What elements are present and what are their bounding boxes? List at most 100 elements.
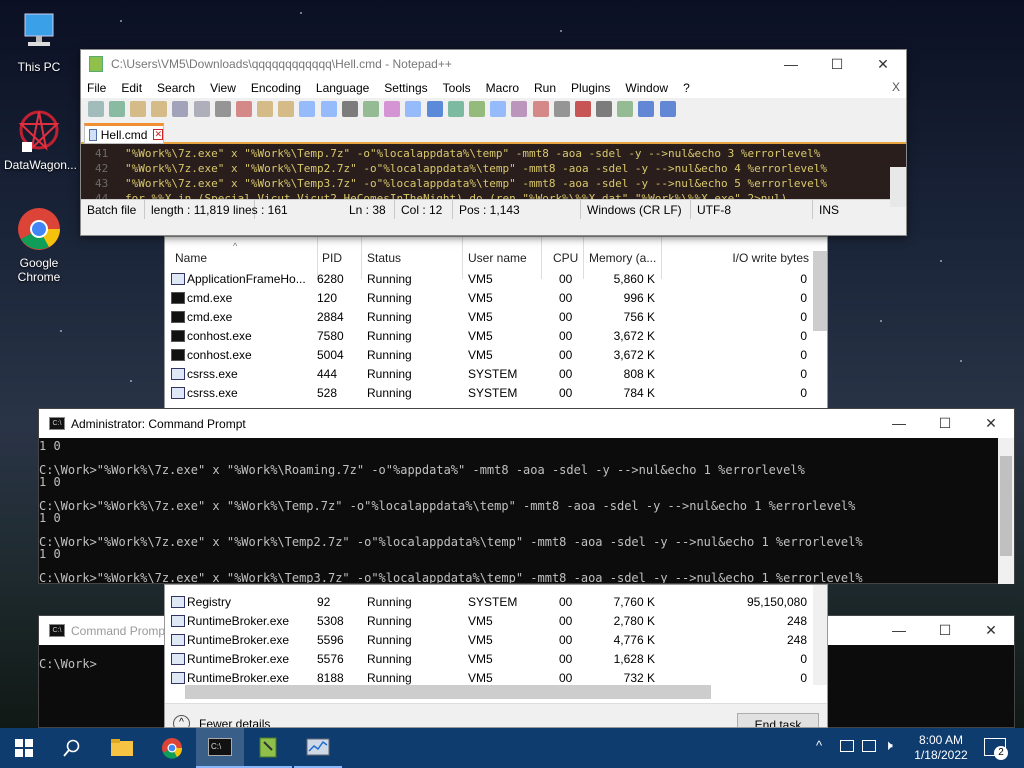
close-button[interactable]: ✕	[968, 409, 1014, 437]
toolbar-button[interactable]	[87, 101, 104, 117]
toolbar-button[interactable]	[341, 101, 358, 117]
tab-close-icon[interactable]: ✕	[153, 129, 163, 140]
menu-item[interactable]: Plugins	[571, 81, 610, 95]
menu-item[interactable]: Run	[534, 81, 556, 95]
cell-status: Running	[367, 367, 412, 381]
close-button[interactable]: ✕	[968, 616, 1014, 644]
process-row[interactable]: conhost.exe 7580 Running VM5 00 3,672 K 0	[165, 327, 811, 346]
computer-icon	[16, 10, 62, 56]
process-row[interactable]: RuntimeBroker.exe 5308 Running VM5 00 2,780 K…	[165, 612, 811, 631]
toolbar-button[interactable]	[490, 101, 507, 117]
cmd-taskbar-button[interactable]: C:\	[196, 728, 244, 768]
toolbar-button[interactable]	[235, 101, 252, 117]
toolbar-button[interactable]	[257, 101, 274, 117]
start-button[interactable]	[0, 728, 48, 768]
network-icon[interactable]	[840, 740, 854, 752]
search-button[interactable]	[48, 728, 96, 768]
toolbar-button[interactable]	[193, 101, 210, 117]
terminal-output[interactable]: 1 0 C:\Work>"%Work%\7z.exe" x "%Work%\Roa…	[39, 438, 1014, 583]
menu-item[interactable]: Encoding	[251, 81, 301, 95]
maximize-button[interactable]: ☐	[922, 409, 968, 437]
fewer-details-link[interactable]: Fewer details	[199, 717, 270, 727]
process-row[interactable]: cmd.exe 120 Running VM5 00 996 K 0	[165, 289, 811, 308]
minimize-button[interactable]: —	[768, 50, 814, 78]
toolbar-button[interactable]	[468, 101, 485, 117]
menu-item[interactable]: Macro	[486, 81, 519, 95]
clock[interactable]: 8:00 AM 1/18/2022	[908, 733, 974, 763]
collapse-icon[interactable]: ^	[173, 715, 190, 727]
menu-item[interactable]: File	[87, 81, 106, 95]
minimize-button[interactable]: —	[876, 616, 922, 644]
task-manager-taskbar-button[interactable]	[294, 728, 342, 768]
menu-item[interactable]: Edit	[121, 81, 142, 95]
toolbar-button[interactable]	[574, 101, 591, 117]
toolbar-button[interactable]	[596, 101, 613, 117]
process-row[interactable]: csrss.exe 444 Running SYSTEM 00 808 K 0	[165, 365, 811, 384]
notepadpp-taskbar-button[interactable]	[244, 728, 292, 768]
cell-io: 95,150,080	[746, 595, 807, 609]
menu-item[interactable]: ?	[683, 81, 690, 95]
toolbar-button[interactable]	[129, 101, 146, 117]
volume-muted-icon[interactable]: 🕨	[884, 737, 893, 754]
process-row[interactable]: ApplicationFrameHo... 6280 Running VM5 00 5,8…	[165, 270, 811, 289]
toolbar-button[interactable]	[320, 101, 337, 117]
close-button[interactable]: ✕	[860, 50, 906, 78]
toolbar-button[interactable]	[172, 101, 189, 117]
cell-status: Running	[367, 291, 412, 305]
process-row[interactable]: csrss.exe 528 Running SYSTEM 00 784 K 0	[165, 384, 811, 403]
toolbar-button[interactable]	[447, 101, 464, 117]
toolbar-button[interactable]	[617, 101, 634, 117]
menu-item[interactable]: Tools	[443, 81, 471, 95]
end-task-button[interactable]: End task	[737, 713, 819, 727]
process-row[interactable]: conhost.exe 5004 Running VM5 00 3,672 K 0	[165, 346, 811, 365]
desktop-icon-datawagon[interactable]: DataWagon...	[4, 108, 77, 172]
cell-user: VM5	[468, 272, 493, 286]
toolbar-button[interactable]	[299, 101, 316, 117]
minimize-button[interactable]: —	[876, 409, 922, 437]
menu-item[interactable]: View	[210, 81, 236, 95]
desktop-icon-google-chrome[interactable]: Google Chrome	[4, 206, 74, 284]
menu-item[interactable]: Language	[316, 81, 369, 95]
show-hidden-icons[interactable]: ^	[816, 738, 822, 753]
terminal-scrollbar[interactable]	[998, 438, 1014, 584]
menu-item[interactable]: Search	[157, 81, 195, 95]
menu-item[interactable]: Window	[625, 81, 668, 95]
horizontal-scrollbar[interactable]	[185, 685, 711, 699]
scrollbar[interactable]	[813, 585, 827, 685]
code-line: 41 "%Work%\7z.exe" x "%Work%\Temp.7z" -o"…	[81, 146, 906, 161]
editor-scrollbar[interactable]	[890, 167, 906, 207]
toolbar-button[interactable]	[278, 101, 295, 117]
maximize-button[interactable]: ☐	[814, 50, 860, 78]
scrollbar-thumb[interactable]	[813, 251, 827, 331]
toolbar-button[interactable]	[426, 101, 443, 117]
code-editor[interactable]: 41 "%Work%\7z.exe" x "%Work%\Temp.7z" -o"…	[81, 144, 906, 199]
toolbar-button[interactable]	[532, 101, 549, 117]
toolbar-button[interactable]	[638, 101, 655, 117]
process-row[interactable]: cmd.exe 2884 Running VM5 00 756 K 0	[165, 308, 811, 327]
toolbar-button[interactable]	[511, 101, 528, 117]
close-doc-x[interactable]: X	[892, 80, 900, 94]
display-icon[interactable]	[862, 740, 876, 752]
process-row[interactable]: RuntimeBroker.exe 5596 Running VM5 00 4,776 K…	[165, 631, 811, 650]
toolbar-button[interactable]	[363, 101, 380, 117]
toolbar-button[interactable]	[384, 101, 401, 117]
file-explorer-button[interactable]	[98, 728, 146, 768]
toolbar-button[interactable]	[405, 101, 422, 117]
process-row[interactable]: Registry 92 Running SYSTEM 00 7,760 K 95,150,0…	[165, 593, 811, 612]
toolbar-button[interactable]	[108, 101, 125, 117]
toolbar-button[interactable]	[214, 101, 231, 117]
cell-status: Running	[367, 329, 412, 343]
maximize-button[interactable]: ☐	[922, 616, 968, 644]
tab-hell-cmd[interactable]: Hell.cmd ✕	[84, 123, 164, 144]
process-row[interactable]: RuntimeBroker.exe 5576 Running VM5 00 1,628 K…	[165, 650, 811, 669]
cell-status: Running	[367, 671, 412, 685]
toolbar-button[interactable]	[659, 101, 676, 117]
toolbar-button[interactable]	[151, 101, 168, 117]
chrome-icon	[162, 738, 183, 759]
chrome-taskbar-button[interactable]	[148, 728, 196, 768]
menu-item[interactable]: Settings	[384, 81, 427, 95]
cell-pid: 120	[317, 291, 338, 305]
toolbar-button[interactable]	[553, 101, 570, 117]
desktop-icon-this-pc[interactable]: This PC	[4, 10, 74, 74]
process-icon	[171, 615, 185, 627]
